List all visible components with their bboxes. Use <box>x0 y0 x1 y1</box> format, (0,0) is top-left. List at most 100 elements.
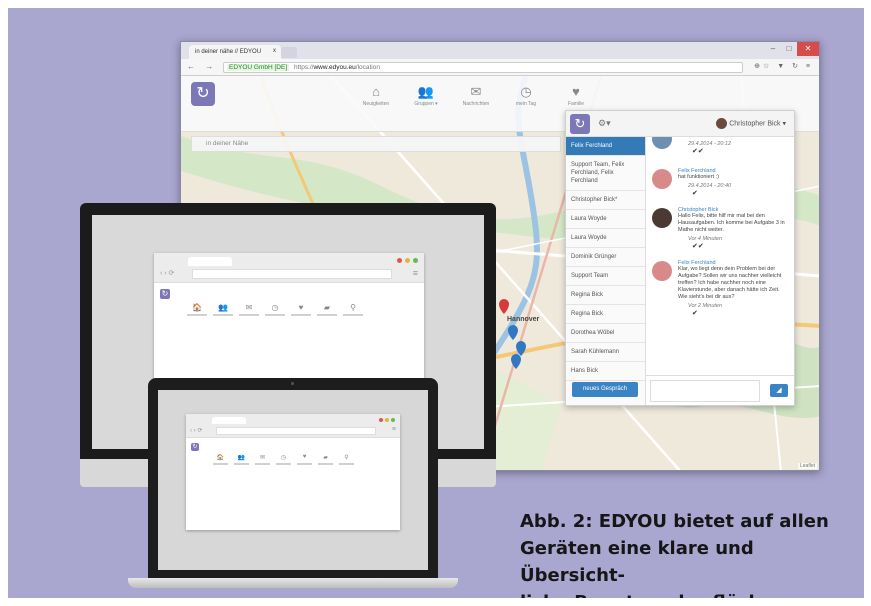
envelope-icon: ✉ <box>470 84 482 99</box>
nav-item-neuigkeiten[interactable]: ⌂ Neuigkeiten <box>351 84 401 107</box>
home-icon: 🏠 <box>184 303 210 316</box>
browser-titlebar: in deiner nähe // EDYOU x – □ ✕ <box>181 42 819 59</box>
mini-menu-icon: ≡ <box>412 268 418 278</box>
contact-item[interactable]: Christopher Bick* <box>566 191 645 210</box>
chat-logo-icon[interactable]: ↻ <box>570 114 590 134</box>
avatar <box>652 208 672 228</box>
tab-close-icon[interactable]: x <box>273 48 276 54</box>
heart-icon: ♥ <box>294 454 315 465</box>
figure-background: in deiner nähe // EDYOU x – □ ✕ ← → C ED… <box>8 8 864 598</box>
read-check-icon: ✔✔ <box>692 148 704 155</box>
contact-list: Felix Ferchland Support Team, Felix Ferc… <box>566 137 646 405</box>
clock-icon: ◷ <box>262 303 288 316</box>
chat-panel: ↻ ⚙▾ Christopher Bick ▾ Felix Ferchland … <box>565 110 795 406</box>
message-thread: 29.4.2014 - 20:12 ✔✔ Felix Ferchland hat… <box>646 137 794 375</box>
mini-address-bar <box>192 269 392 279</box>
url-path: /location <box>355 64 380 71</box>
read-check-icon: ✔✔ <box>692 243 704 250</box>
clock-icon: ◷ <box>273 454 294 465</box>
laptop: ‹ › ⟳ ≡ ↻ 🏠 👥 ✉ ◷ ♥ ▰ ⚲ <box>128 378 458 598</box>
contact-item[interactable]: Laura Woyde <box>566 210 645 229</box>
mini-nav-icons: ‹ › ⟳ <box>160 270 175 277</box>
user-menu[interactable]: Christopher Bick ▾ <box>716 118 786 129</box>
message: Christopher Bick Hallo Felix, bitte hilf… <box>646 202 794 255</box>
mini-window-dots <box>379 418 395 422</box>
edyou-logo-icon[interactable]: ↻ <box>191 82 215 106</box>
caption-line: Geräten eine klare und Übersicht- <box>520 538 754 586</box>
contact-item[interactable]: Regina Bick <box>566 286 645 305</box>
new-conversation-button[interactable]: neues Gespräch <box>572 382 638 397</box>
main-nav: ⌂ Neuigkeiten 👥 Gruppen ▾ ✉ Nachrichten ◷ me… <box>351 84 601 107</box>
mini-browser-laptop: ‹ › ⟳ ≡ ↻ 🏠 👥 ✉ ◷ ♥ ▰ ⚲ <box>186 414 400 530</box>
mini-nav-icon-row: 🏠 👥 ✉ ◷ ♥ ▰ ⚲ <box>210 454 357 465</box>
chat-header: ↻ ⚙▾ Christopher Bick ▾ <box>566 111 794 137</box>
user-name: Christopher Bick ▾ <box>729 120 786 128</box>
message-text: Hallo Felix, bitte hilf mir mal bei den … <box>678 213 785 233</box>
address-bar[interactable]: EDYOU GmbH [DE] https://www.edyou.eu/loc… <box>223 62 743 73</box>
message: Felix Ferchland hat funktioniert :) 29.4… <box>646 163 794 202</box>
message-text: Klar, wo liegt denn dein Problem bei der… <box>678 266 782 300</box>
read-check-icon: ✔ <box>692 310 698 317</box>
mini-edyou-logo-icon: ↻ <box>191 443 199 451</box>
location-icon: ⚲ <box>340 303 366 316</box>
contact-item[interactable]: Support Team <box>566 267 645 286</box>
contact-item[interactable]: Laura Woyde <box>566 229 645 248</box>
nav-item-familie[interactable]: ♥ Familie <box>551 84 601 107</box>
browser-toolbar-icons[interactable]: ⊕☆ ▼ ↻ ≡ <box>754 62 813 70</box>
home-icon: 🏠 <box>210 454 231 465</box>
maximize-button[interactable]: □ <box>781 42 797 56</box>
contact-item[interactable]: Sarah Kühlemann <box>566 343 645 362</box>
avatar <box>652 169 672 189</box>
certificate-badge[interactable]: EDYOU GmbH [DE] <box>227 64 290 71</box>
contact-item[interactable]: Support Team, Felix Ferchland, Felix Fer… <box>566 156 645 191</box>
avatar <box>652 137 672 149</box>
nav-item-gruppen[interactable]: 👥 Gruppen ▾ <box>401 84 451 107</box>
nav-item-nachrichten[interactable]: ✉ Nachrichten <box>451 84 501 107</box>
mini-address-bar <box>216 427 376 435</box>
contact-item[interactable]: Dominik Grünger <box>566 248 645 267</box>
envelope-icon: ✉ <box>236 303 262 316</box>
message-input[interactable] <box>650 380 760 402</box>
browser-tab[interactable]: in deiner nähe // EDYOU x <box>189 45 281 59</box>
url-host: www.edyou.eu <box>313 64 356 71</box>
avatar <box>652 261 672 281</box>
avatar <box>716 118 728 129</box>
laptop-lid: ‹ › ⟳ ≡ ↻ 🏠 👥 ✉ ◷ ♥ ▰ ⚲ <box>148 378 438 578</box>
minimize-button[interactable]: – <box>765 42 781 56</box>
message: 29.4.2014 - 20:12 ✔✔ <box>646 137 794 163</box>
contact-item[interactable]: Dorothea Wöbel <box>566 324 645 343</box>
new-tab-button[interactable] <box>281 47 297 58</box>
compose-area: ◢ <box>646 375 794 405</box>
contact-item[interactable]: Hans Bick <box>566 362 645 381</box>
home-icon: ⌂ <box>372 84 380 99</box>
mini-browser-toolbar: ‹ › ⟳ ≡ <box>154 253 424 283</box>
url-prefix: https:// <box>293 64 314 71</box>
envelope-icon: ✉ <box>252 454 273 465</box>
breadcrumb: in deiner Nähe <box>191 136 561 152</box>
mini-nav-icon-row: 🏠 👥 ✉ ◷ ♥ ▰ ⚲ <box>184 303 366 316</box>
close-window-button[interactable]: ✕ <box>797 42 819 56</box>
send-icon[interactable]: ◢ <box>770 384 788 397</box>
figure-caption: Abb. 2: EDYOU bietet auf allen Geräten e… <box>520 508 860 598</box>
laptop-camera <box>291 382 294 385</box>
mini-menu-icon: ≡ <box>391 426 396 433</box>
contact-item[interactable]: Felix Ferchland <box>566 137 645 156</box>
message-text: hat funktioniert :) <box>678 174 719 180</box>
mini-edyou-logo-icon: ↻ <box>160 289 170 299</box>
nav-item-mein-tag[interactable]: ◷ mein Tag <box>501 84 551 107</box>
heart-icon: ♥ <box>288 303 314 316</box>
group-icon: 👥 <box>417 84 435 99</box>
window-controls: – □ ✕ <box>765 42 819 56</box>
caption-line: Abb. 2: EDYOU bietet auf allen <box>520 511 829 532</box>
group-icon: 👥 <box>231 454 252 465</box>
map-attribution[interactable]: Leaflet <box>797 463 817 469</box>
breadcrumb-current[interactable]: in deiner Nähe <box>206 140 248 147</box>
laptop-base <box>128 578 458 588</box>
mini-tab <box>188 257 232 266</box>
laptop-screen: ‹ › ⟳ ≡ ↻ 🏠 👥 ✉ ◷ ♥ ▰ ⚲ <box>158 390 428 570</box>
contact-item[interactable]: Regina Bick <box>566 305 645 324</box>
map-city-label: Hannover <box>507 316 540 323</box>
location-icon: ⚲ <box>336 454 357 465</box>
gear-icon[interactable]: ⚙▾ <box>598 118 611 129</box>
book-icon: ▰ <box>315 454 336 465</box>
